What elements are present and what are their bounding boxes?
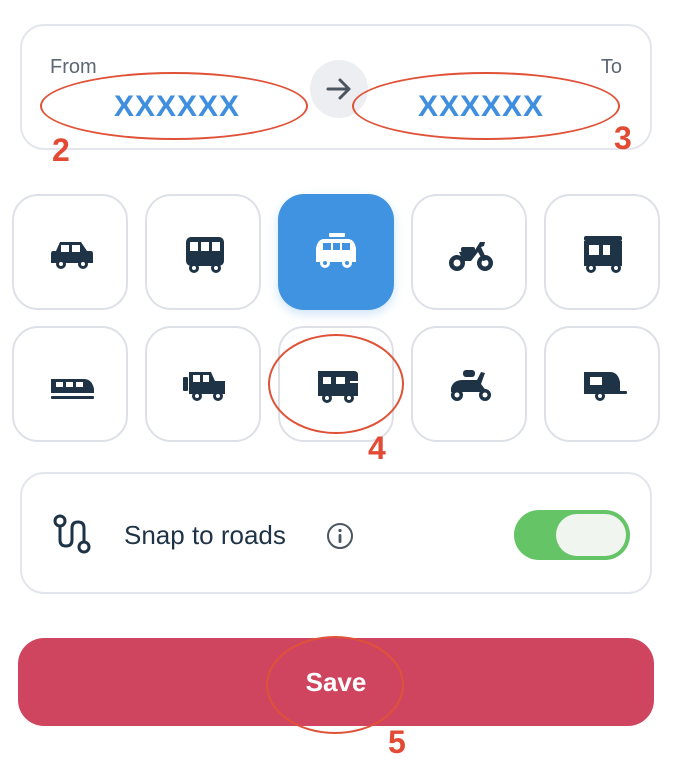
- arrow-right-icon: [326, 78, 351, 100]
- car-icon: [51, 242, 93, 269]
- route-icon: [53, 514, 91, 554]
- annotation-number-2: 2: [52, 132, 70, 168]
- vehicle-jeep[interactable]: [145, 326, 261, 442]
- annotation-ellipse-from: [40, 72, 308, 140]
- jeep-icon: [183, 372, 225, 401]
- annotation-ellipse-camper: [268, 334, 404, 434]
- annotation-number-4: 4: [368, 430, 386, 466]
- vehicle-car[interactable]: [12, 194, 128, 310]
- vehicle-motorcycle[interactable]: [411, 194, 527, 310]
- snap-to-roads-label: Snap to roads: [124, 520, 286, 550]
- scooter-icon: [451, 370, 491, 401]
- vehicle-tuk-tuk[interactable]: [544, 194, 660, 310]
- toggle-knob: [556, 514, 626, 556]
- vehicle-van[interactable]: [278, 194, 394, 310]
- vehicle-caravan[interactable]: [544, 326, 660, 442]
- annotation-number-3: 3: [614, 120, 632, 156]
- vehicle-scooter[interactable]: [411, 326, 527, 442]
- motorcycle-icon: [449, 242, 493, 271]
- annotation-ellipse-to: [352, 72, 620, 140]
- vehicle-bus[interactable]: [145, 194, 261, 310]
- caravan-icon: [584, 372, 627, 401]
- vehicle-train[interactable]: [12, 326, 128, 442]
- snap-to-roads-toggle[interactable]: [514, 510, 630, 560]
- bus-icon: [186, 237, 224, 273]
- tuk-tuk-icon: [584, 236, 622, 273]
- from-label: From: [50, 56, 97, 78]
- van-icon: [316, 233, 356, 268]
- annotation-ellipse-save: [266, 636, 404, 734]
- snap-to-roads-card: Snap to roads: [20, 472, 652, 594]
- train-icon: [51, 379, 94, 399]
- to-label: To: [600, 56, 622, 78]
- info-icon[interactable]: [326, 522, 354, 550]
- annotation-number-5: 5: [388, 724, 406, 760]
